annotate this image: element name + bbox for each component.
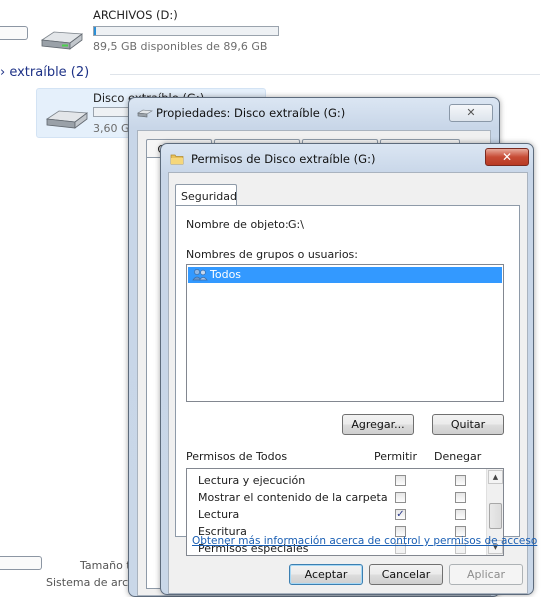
permission-row: Lectura ✓ — [187, 506, 487, 523]
permission-name: Lectura — [198, 508, 240, 521]
object-name-value: G:\ — [288, 218, 304, 231]
groups-listbox[interactable]: Todos — [186, 264, 504, 402]
drive-d-free-space: 89,5 GB disponibles de 89,6 GB — [93, 40, 268, 53]
close-icon: ✕ — [466, 106, 476, 119]
ok-button[interactable]: Aceptar — [289, 564, 363, 585]
drive-d-item[interactable]: ARCHIVOS (D:) 89,5 GB disponibles de 89,… — [0, 6, 300, 56]
drive-title-icon — [137, 109, 153, 118]
status-drive-stub — [0, 556, 42, 570]
permissions-close-button[interactable]: ✕ — [485, 148, 529, 166]
removable-section-title[interactable]: › extraíble (2) — [0, 65, 89, 80]
drive-d-usage-bar — [93, 26, 279, 36]
drive-d-name: ARCHIVOS (D:) — [93, 8, 178, 22]
scroll-thumb[interactable] — [489, 503, 502, 529]
permission-name: Lectura y ejecución — [198, 474, 306, 487]
permissions-dialog[interactable]: Permisos de Disco extraíble (G:) ✕ Segur… — [160, 143, 537, 595]
allow-column-header: Permitir — [374, 450, 418, 463]
tab-seguridad[interactable]: Seguridad — [175, 184, 237, 205]
permission-row: Mostrar el contenido de la carpeta — [187, 489, 487, 506]
removable-drive-icon — [45, 110, 89, 129]
add-button[interactable]: Agregar... — [342, 414, 414, 435]
scroll-up-icon[interactable]: ▲ — [488, 470, 503, 484]
permissions-body: Seguridad Nombre de objeto: G:\ Nombres … — [168, 172, 537, 594]
permissions-label: Permisos de Todos — [186, 450, 288, 463]
drive-d-usage-fill — [94, 27, 96, 35]
list-item[interactable]: Todos — [188, 267, 502, 283]
close-icon: ✕ — [501, 150, 513, 164]
status-filesystem-label: Sistema de arch — [46, 576, 136, 589]
deny-checkbox[interactable] — [455, 492, 466, 503]
security-tab-content: Nombre de objeto: G:\ Nombres de grupos … — [175, 205, 520, 556]
drive-collapse-stub — [0, 26, 28, 40]
permission-row: Lectura y ejecución — [187, 472, 487, 489]
status-size-label: Tamaño t — [80, 559, 131, 572]
permission-name: Mostrar el contenido de la carpeta — [198, 491, 388, 504]
hard-drive-icon — [40, 31, 84, 50]
group-name: Todos — [210, 268, 242, 281]
section-divider — [110, 74, 540, 75]
allow-checkbox[interactable]: ✓ — [395, 509, 406, 520]
permissions-dialog-title: Permisos de Disco extraíble (G:) — [191, 152, 376, 166]
help-link[interactable]: Obtener más información acerca de contro… — [192, 535, 537, 547]
deny-column-header: Denegar — [434, 450, 482, 463]
remove-button[interactable]: Quitar — [432, 414, 504, 435]
properties-dialog-title: Propiedades: Disco extraíble (G:) — [156, 106, 346, 120]
allow-checkbox[interactable] — [395, 492, 406, 503]
apply-button: Aplicar — [449, 564, 523, 585]
allow-checkbox[interactable] — [395, 475, 406, 486]
object-name-label: Nombre de objeto: — [186, 218, 289, 231]
folder-icon — [170, 154, 184, 165]
groups-label: Nombres de grupos o usuarios: — [186, 248, 358, 261]
deny-checkbox[interactable] — [455, 475, 466, 486]
cancel-button[interactable]: Cancelar — [369, 564, 443, 585]
properties-close-button[interactable]: ✕ — [449, 104, 493, 122]
deny-checkbox[interactable] — [455, 509, 466, 520]
users-icon — [192, 269, 208, 281]
